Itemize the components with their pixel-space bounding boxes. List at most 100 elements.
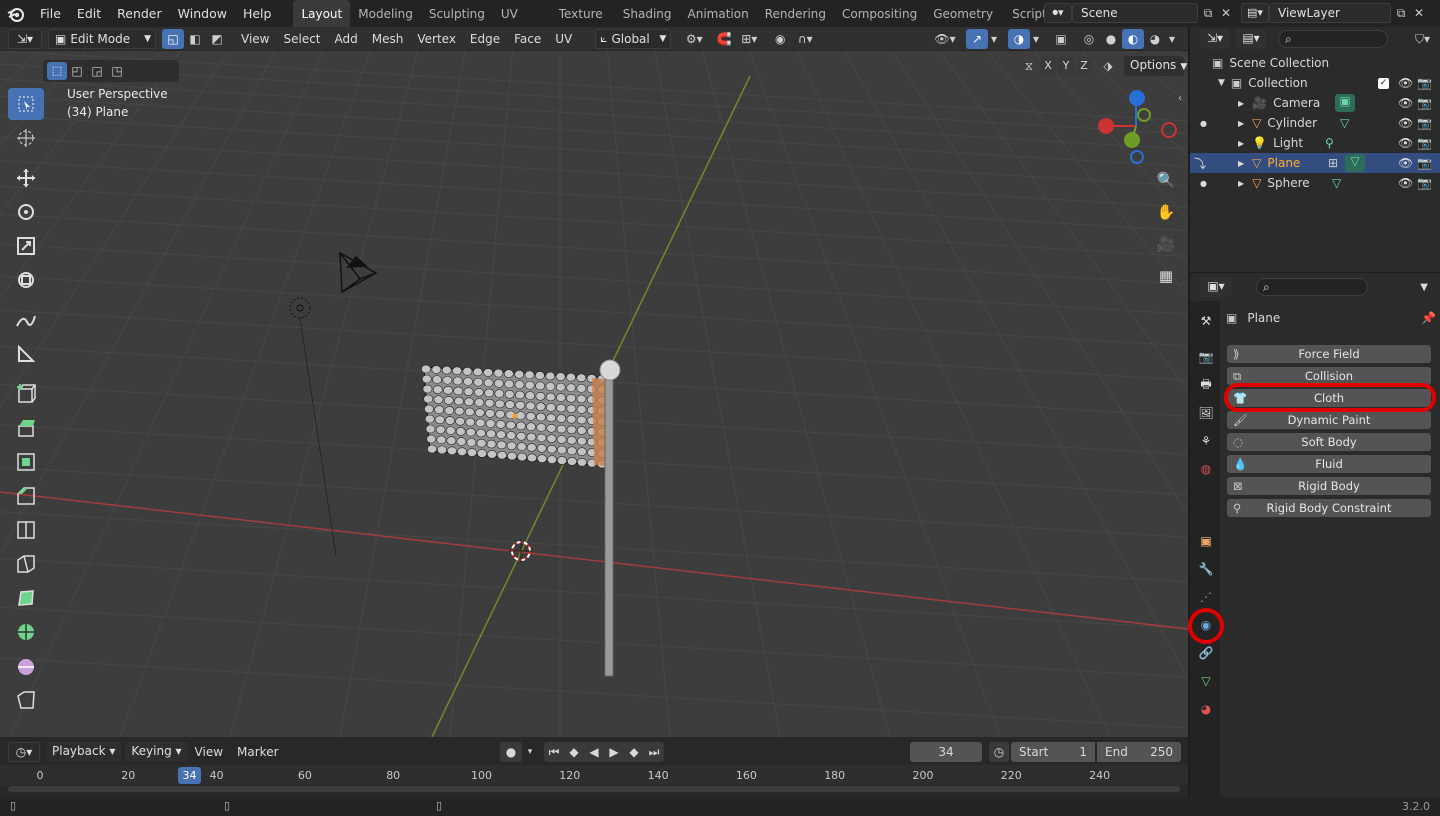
- collection-checkbox[interactable]: ✓: [1378, 77, 1389, 89]
- menu-edge[interactable]: Edge: [463, 32, 507, 46]
- edit-mode-indicator-icon[interactable]: ⤵: [1194, 155, 1206, 172]
- menu-face[interactable]: Face: [507, 32, 548, 46]
- jump-start-icon[interactable]: ⏮: [544, 745, 564, 760]
- smooth-tool-icon[interactable]: [8, 650, 44, 682]
- new-view-layer-icon[interactable]: ⧉: [1391, 6, 1411, 21]
- select-box-tool-icon[interactable]: [8, 88, 44, 120]
- scale-tool-icon[interactable]: [8, 230, 44, 262]
- menu-vertex[interactable]: Vertex: [410, 32, 463, 46]
- rotate-tool-icon[interactable]: [8, 196, 44, 228]
- wireframe-shading-icon[interactable]: ◎: [1078, 29, 1100, 49]
- filter-icon[interactable]: ⛉▾: [1415, 32, 1430, 47]
- play-reverse-icon[interactable]: ◀: [584, 745, 604, 759]
- modifier-tab-icon[interactable]: 🔧: [1196, 559, 1216, 579]
- jump-keyframe-back-icon[interactable]: ◆: [564, 745, 584, 759]
- outliner-row-sphere[interactable]: ● ▶ ▽ Sphere ▽ 👁 📷: [1190, 173, 1440, 193]
- select-intersect-mode-button[interactable]: ◳: [107, 64, 127, 78]
- falloff-icon[interactable]: ∩▾: [791, 29, 819, 49]
- overlay-dropdown-icon[interactable]: ▾: [1030, 29, 1042, 49]
- expand-arrow-icon[interactable]: ▶: [1238, 179, 1244, 188]
- soft-body-button[interactable]: ◌ Soft Body: [1227, 433, 1431, 451]
- new-scene-icon[interactable]: ⧉: [1198, 6, 1218, 21]
- properties-editor-type-selector[interactable]: ▣▾: [1200, 277, 1232, 297]
- rigid-body-button[interactable]: ⊠ Rigid Body: [1227, 477, 1431, 495]
- select-box-mode-button[interactable]: ⬚: [47, 62, 67, 80]
- expand-arrow-icon[interactable]: ▼: [1218, 78, 1225, 88]
- visibility-icon[interactable]: 👁▾: [930, 29, 960, 49]
- end-frame-field[interactable]: End 250: [1097, 742, 1181, 762]
- transform-tool-icon[interactable]: [8, 264, 44, 296]
- tab-shading[interactable]: Shading: [615, 0, 680, 27]
- eye-icon[interactable]: 👁: [1398, 76, 1413, 90]
- snap-target-icon[interactable]: ⊞▾: [735, 29, 763, 49]
- blender-logo-icon[interactable]: [0, 5, 32, 23]
- playback-dropdown[interactable]: Playback ▾: [46, 742, 122, 762]
- move-tool-icon[interactable]: [8, 162, 44, 194]
- shading-dropdown-icon[interactable]: ▾: [1166, 29, 1178, 49]
- sidebar-toggle-icon[interactable]: ‹: [1178, 93, 1182, 104]
- eye-icon[interactable]: 👁: [1398, 176, 1413, 190]
- menu-file[interactable]: File: [32, 0, 69, 27]
- expand-arrow-icon[interactable]: ▶: [1238, 119, 1244, 128]
- view-layer-selector[interactable]: ▤▾: [1241, 3, 1269, 23]
- tab-layout[interactable]: Layout: [293, 0, 351, 27]
- rigid-body-constraint-button[interactable]: ⚲ Rigid Body Constraint: [1227, 499, 1431, 517]
- menu-view[interactable]: View: [234, 32, 276, 46]
- measure-tool-icon[interactable]: [8, 338, 44, 370]
- outliner-row-plane[interactable]: ⤵ ▶ ▽ Plane ⊞ ▽ 👁 📷: [1190, 153, 1440, 173]
- tab-animation[interactable]: Animation: [680, 0, 757, 27]
- jump-keyframe-forward-icon[interactable]: ◆: [624, 745, 644, 759]
- mirror-z-button[interactable]: Z: [1076, 57, 1092, 75]
- keying-dropdown[interactable]: Keying ▾: [125, 742, 188, 762]
- menu-window[interactable]: Window: [170, 0, 235, 27]
- menu-select[interactable]: Select: [276, 32, 327, 46]
- add-cube-tool-icon[interactable]: [8, 378, 44, 410]
- properties-search-input[interactable]: ⌕: [1256, 278, 1368, 296]
- timeline-menu-view[interactable]: View: [188, 745, 230, 759]
- outliner-search-input[interactable]: ⌕: [1278, 30, 1388, 48]
- eye-icon[interactable]: 👁: [1398, 156, 1413, 170]
- xray-toggle-icon[interactable]: ▣: [1050, 29, 1072, 49]
- jump-end-icon[interactable]: ⏭: [644, 745, 664, 760]
- view-layer-field[interactable]: ViewLayer: [1269, 3, 1391, 23]
- snap-toggle-icon[interactable]: 🧲: [713, 29, 735, 49]
- timeline-scrollbar[interactable]: [8, 786, 1180, 792]
- tab-compositing[interactable]: Compositing: [834, 0, 925, 27]
- select-extend-mode-button[interactable]: ◰: [67, 64, 87, 78]
- tab-sculpting[interactable]: Sculpting: [421, 0, 493, 27]
- timeline-menu-marker[interactable]: Marker: [230, 745, 285, 759]
- scene-name-field[interactable]: Scene: [1072, 3, 1198, 23]
- material-tab-icon[interactable]: ◕: [1196, 699, 1216, 719]
- fluid-button[interactable]: 💧 Fluid: [1227, 455, 1431, 473]
- eye-icon[interactable]: 👁: [1398, 96, 1413, 110]
- menu-help[interactable]: Help: [235, 0, 280, 27]
- menu-add[interactable]: Add: [328, 32, 365, 46]
- auto-merge-icon[interactable]: ⬗: [1098, 59, 1118, 73]
- constraints-tab-icon[interactable]: 🔗: [1196, 643, 1216, 663]
- playhead-frame-badge[interactable]: 34: [178, 767, 201, 784]
- stopwatch-icon[interactable]: ◷: [989, 742, 1009, 762]
- output-tab-icon[interactable]: 🖶: [1196, 375, 1216, 395]
- render-tab-icon[interactable]: 📷: [1196, 347, 1216, 367]
- pan-hand-icon[interactable]: ✋: [1153, 203, 1179, 235]
- overlay-toggle-icon[interactable]: ◑: [1008, 28, 1030, 49]
- mirror-x-button[interactable]: X: [1040, 57, 1056, 75]
- scene-tab-icon[interactable]: ⚘: [1196, 431, 1216, 451]
- menu-mesh[interactable]: Mesh: [365, 32, 411, 46]
- timeline-editor-type-selector[interactable]: ◷▾: [8, 742, 40, 762]
- mirror-y-button[interactable]: Y: [1058, 57, 1074, 75]
- menu-edit[interactable]: Edit: [69, 0, 109, 27]
- record-icon[interactable]: ●: [500, 742, 522, 762]
- pivot-point-icon[interactable]: ⚙▾: [679, 29, 709, 49]
- expand-arrow-icon[interactable]: ▶: [1238, 139, 1244, 148]
- select-subtract-mode-button[interactable]: ◲: [87, 64, 107, 78]
- outliner-row-camera[interactable]: ▶ 🎥 Camera ▣ 👁 📷: [1190, 93, 1440, 113]
- eye-icon[interactable]: 👁: [1398, 136, 1413, 150]
- shear-tool-icon[interactable]: [8, 684, 44, 716]
- loop-cut-tool-icon[interactable]: [8, 514, 44, 546]
- world-tab-icon[interactable]: ◍: [1196, 459, 1216, 479]
- render-camera-icon[interactable]: 📷: [1417, 136, 1432, 150]
- object-properties-tab-icon[interactable]: ▣: [1196, 531, 1216, 551]
- tab-texture-paint[interactable]: Texture Paint: [551, 0, 615, 27]
- properties-options-icon[interactable]: ▼: [1420, 282, 1428, 293]
